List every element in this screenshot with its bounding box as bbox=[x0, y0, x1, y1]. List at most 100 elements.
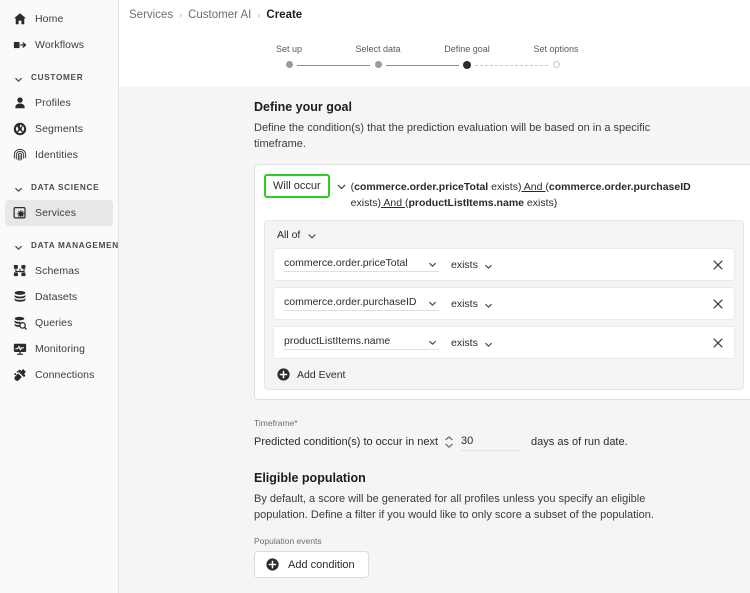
condition-field-dropdown[interactable]: productListItems.name bbox=[284, 335, 439, 350]
condition-operator-label: exists bbox=[451, 259, 478, 271]
condition-row: commerce.order.priceTotal exists bbox=[273, 248, 735, 281]
sidebar-item-label: Home bbox=[35, 13, 63, 25]
condition-field-label: commerce.order.purchaseID bbox=[284, 296, 416, 308]
sidebar-item-home[interactable]: Home bbox=[5, 6, 113, 32]
progress-stepper: Set upSelect dataDefine goalSet options bbox=[271, 44, 581, 70]
breadcrumb-separator: › bbox=[257, 10, 260, 20]
sidebar-item-datasets[interactable]: Datasets bbox=[5, 284, 113, 310]
add-event-button[interactable]: Add Event bbox=[273, 365, 735, 381]
plus-circle-icon bbox=[277, 368, 290, 381]
main-content: Services›Customer AI›Create Set upSelect… bbox=[119, 0, 750, 593]
plus-circle-icon bbox=[266, 558, 279, 571]
sidebar-item-label: Workflows bbox=[35, 39, 84, 51]
eligible-population-section: Eligible population By default, a score … bbox=[254, 471, 750, 578]
sidebar-item-connections[interactable]: Connections bbox=[5, 362, 113, 388]
identities-icon bbox=[13, 148, 27, 162]
sidebar-item-profiles[interactable]: Profiles bbox=[5, 90, 113, 116]
condition-operator-dropdown[interactable]: exists bbox=[451, 298, 495, 310]
eligible-population-title: Eligible population bbox=[254, 471, 750, 485]
stepper-dot bbox=[286, 61, 293, 68]
condition-row: productListItems.name exists bbox=[273, 326, 735, 359]
stepper-dot bbox=[463, 61, 471, 69]
condition-operator-dropdown[interactable]: exists bbox=[451, 337, 495, 349]
expression-token: exists) bbox=[524, 197, 557, 209]
sidebar-section-customer[interactable]: CUSTOMER bbox=[5, 65, 113, 89]
stepper-up-icon bbox=[444, 435, 454, 442]
condition-field-dropdown[interactable]: commerce.order.priceTotal bbox=[284, 257, 439, 272]
chevron-down-icon bbox=[306, 229, 318, 241]
timeframe-suffix: days as of run date. bbox=[531, 436, 628, 448]
timeframe-prefix: Predicted condition(s) to occur in next bbox=[254, 436, 438, 448]
datasets-icon bbox=[13, 290, 27, 304]
logic-operator-dropdown[interactable]: All of bbox=[273, 228, 735, 248]
connections-icon bbox=[13, 368, 27, 382]
chevron-down-icon bbox=[427, 257, 439, 269]
condition-operator-dropdown[interactable]: exists bbox=[451, 259, 495, 271]
chevron-down-icon bbox=[427, 335, 439, 347]
goal-expression: (commerce.order.priceTotal exists) And (… bbox=[351, 174, 696, 211]
breadcrumb-item-customer-ai[interactable]: Customer AI bbox=[188, 9, 251, 21]
expression-operator-link[interactable]: And bbox=[521, 181, 545, 193]
sidebar-item-label: Queries bbox=[35, 317, 72, 329]
schemas-icon bbox=[13, 264, 27, 278]
app-root: Home Workflows CUSTOMER Profiles Segments Ide… bbox=[0, 0, 750, 593]
condition-operator-label: exists bbox=[451, 337, 478, 349]
add-condition-button[interactable]: Add condition bbox=[254, 551, 369, 578]
remove-condition-icon[interactable] bbox=[711, 297, 725, 311]
goal-header: Will occur (commerce.order.priceTotal ex… bbox=[264, 174, 744, 211]
sidebar-item-schemas[interactable]: Schemas bbox=[5, 258, 113, 284]
chevron-down-icon bbox=[483, 298, 495, 310]
quantity-stepper[interactable] bbox=[444, 435, 454, 449]
sidebar-section-label: DATA MANAGEMENT bbox=[31, 241, 119, 250]
sidebar-item-monitoring[interactable]: Monitoring bbox=[5, 336, 113, 362]
topbar: Services›Customer AI›Create bbox=[119, 0, 750, 30]
sidebar-item-label: Profiles bbox=[35, 97, 71, 109]
chevron-down-icon bbox=[483, 259, 495, 271]
timeframe-row: Predicted condition(s) to occur in next … bbox=[254, 433, 750, 451]
monitoring-icon bbox=[13, 342, 27, 356]
breadcrumb-item-services[interactable]: Services bbox=[129, 9, 173, 21]
stepper-step-label: Define goal bbox=[444, 44, 490, 54]
chevron-down-icon bbox=[427, 296, 439, 308]
chevron-down-icon bbox=[13, 72, 24, 83]
remove-condition-icon[interactable] bbox=[711, 336, 725, 350]
sidebar-item-queries[interactable]: Queries bbox=[5, 310, 113, 336]
condition-list: commerce.order.priceTotalexistscommerce.… bbox=[273, 248, 735, 359]
workflows-icon bbox=[13, 38, 27, 52]
remove-condition-icon[interactable] bbox=[711, 258, 725, 272]
expression-token: productListItems.name bbox=[408, 197, 524, 209]
segments-icon bbox=[13, 122, 27, 136]
chevron-down-icon[interactable] bbox=[335, 180, 348, 193]
breadcrumb-item-create: Create bbox=[266, 9, 302, 21]
sidebar-section-data-science[interactable]: DATA SCIENCE bbox=[5, 175, 113, 199]
stepper-down-icon bbox=[444, 442, 454, 449]
add-event-label: Add Event bbox=[297, 369, 345, 381]
stepper-step-label: Select data bbox=[355, 44, 400, 54]
timeframe-label: Timeframe* bbox=[254, 418, 750, 428]
logic-operator-label: All of bbox=[277, 229, 300, 241]
stepper-step-label: Set up bbox=[276, 44, 302, 54]
sidebar-item-label: Identities bbox=[35, 149, 78, 161]
sidebar-item-label: Datasets bbox=[35, 291, 77, 303]
expression-operator-link[interactable]: And bbox=[381, 197, 405, 209]
sidebar-item-services[interactable]: Services bbox=[5, 200, 113, 226]
sidebar-section-label: CUSTOMER bbox=[31, 73, 83, 82]
sidebar-item-label: Segments bbox=[35, 123, 83, 135]
timeframe-input[interactable] bbox=[461, 433, 519, 451]
sidebar-item-identities[interactable]: Identities bbox=[5, 142, 113, 168]
sidebar-section-label: DATA SCIENCE bbox=[31, 183, 99, 192]
page-title: Define your goal bbox=[254, 100, 750, 114]
chevron-down-icon bbox=[13, 182, 24, 193]
stepper-dot bbox=[375, 61, 382, 68]
condition-field-label: commerce.order.priceTotal bbox=[284, 257, 408, 269]
eligible-population-description: By default, a score will be generated fo… bbox=[254, 492, 674, 523]
sidebar-item-segments[interactable]: Segments bbox=[5, 116, 113, 142]
add-condition-label: Add condition bbox=[288, 559, 355, 571]
expression-token: commerce.order.purchaseID bbox=[549, 181, 691, 193]
breadcrumb: Services›Customer AI›Create bbox=[129, 9, 302, 21]
occurrence-dropdown[interactable]: Will occur bbox=[264, 174, 330, 198]
sidebar-section-data-management[interactable]: DATA MANAGEMENT bbox=[5, 233, 113, 257]
sidebar-item-workflows[interactable]: Workflows bbox=[5, 32, 113, 58]
stepper-step-set-options[interactable]: Set options bbox=[526, 44, 586, 68]
condition-field-dropdown[interactable]: commerce.order.purchaseID bbox=[284, 296, 439, 311]
